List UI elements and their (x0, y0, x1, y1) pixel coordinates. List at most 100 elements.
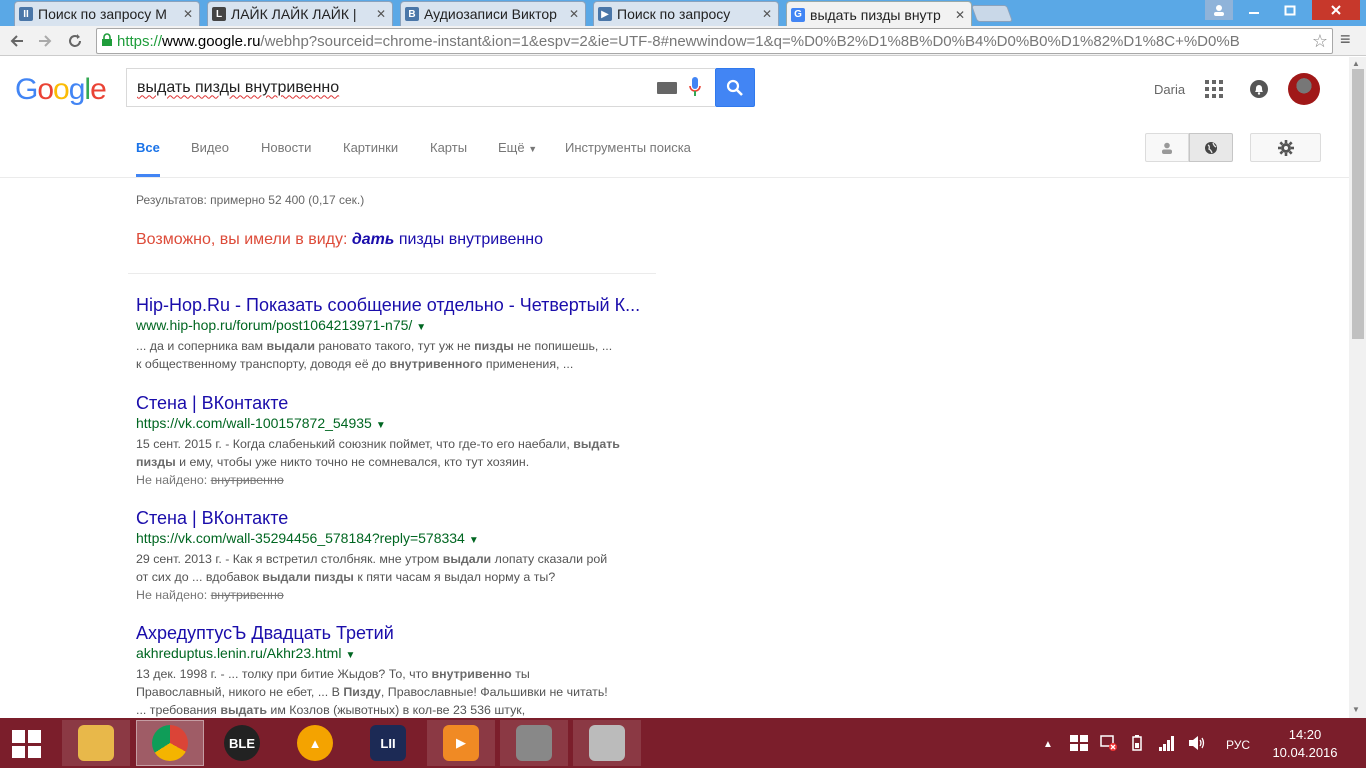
result-title-link[interactable]: Hip-Hop.Ru - Показать сообщение отдельно… (136, 294, 656, 316)
search-result: Hip-Hop.Ru - Показать сообщение отдельно… (136, 294, 656, 373)
result-snippet-line: пизды и ему, чтобы уже никто точно не со… (136, 453, 656, 471)
result-menu-arrow-icon[interactable]: ▼ (376, 420, 386, 431)
user-name-link[interactable]: Daria (1154, 82, 1185, 97)
chrome-menu-icon[interactable]: ≡ (1340, 29, 1351, 50)
snippet-highlight: выдать (573, 437, 620, 451)
tab-title: Поиск по запросу (617, 6, 731, 22)
tab-title: Поиск по запросу М (38, 6, 167, 22)
microphone-icon[interactable] (689, 77, 701, 97)
action-center-icon[interactable] (1070, 735, 1088, 754)
maximize-button[interactable] (1276, 0, 1304, 20)
taskbar-app-aimp[interactable]: ▲ (281, 720, 349, 766)
volume-icon[interactable] (1188, 735, 1206, 754)
result-title-link[interactable]: Стена | ВКонтакте (136, 507, 656, 529)
system-clock[interactable]: 14:20 10.04.2016 (1272, 726, 1338, 762)
tab-search-tools[interactable]: Инструменты поиска (565, 140, 691, 155)
minimize-button[interactable] (1240, 0, 1268, 20)
bookmark-star-icon[interactable]: ☆ (1312, 31, 1328, 52)
search-type-nav: Все Видео Новости Картинки Карты Ещё ▼ И… (0, 119, 1366, 178)
reload-button[interactable] (64, 30, 86, 52)
scroll-down-arrow-icon[interactable]: ▼ (1352, 705, 1360, 714)
snippet-highlight: выдали (442, 552, 492, 566)
spell-suggestion-link[interactable]: дать пизды внутривенно (352, 231, 543, 248)
tab-video[interactable]: Видео (191, 140, 229, 155)
address-bar[interactable]: https://www.google.ru/webhp?sourceid=chr… (96, 28, 1333, 54)
tab-title: ЛАЙК ЛАЙК ЛАЙК | (231, 6, 357, 22)
tab-title: выдать пизды внутр (810, 6, 941, 23)
account-avatar[interactable] (1288, 73, 1320, 105)
scrollbar-thumb[interactable] (1352, 69, 1364, 339)
result-title-link[interactable]: АхредуптусЪ Двадцать Третий (136, 622, 656, 644)
favicon-icon: II (19, 7, 33, 21)
result-menu-arrow-icon[interactable]: ▼ (469, 535, 479, 546)
url-scheme: https:// (117, 32, 163, 50)
spelling-suggestion: Возможно, вы имели в виду: дать пизды вн… (136, 231, 543, 249)
taskbar-app-explorer[interactable] (62, 720, 130, 766)
result-url: www.hip-hop.ru/forum/post1064213971-n75/… (136, 316, 656, 337)
show-hidden-icons-icon[interactable]: ▲ (1043, 739, 1053, 750)
result-title-link[interactable]: Стена | ВКонтакте (136, 392, 656, 414)
tab-all[interactable]: Все (136, 140, 160, 155)
taskbar-app-lineage[interactable]: LII (354, 720, 422, 766)
notifications-bell-icon[interactable] (1250, 80, 1268, 98)
close-tab-icon[interactable]: ✕ (183, 7, 193, 21)
close-tab-icon[interactable]: ✕ (569, 7, 579, 21)
tab-news[interactable]: Новости (261, 140, 311, 155)
battery-icon[interactable] (1130, 735, 1146, 754)
search-input[interactable]: выдать пизды внутривенно (126, 68, 715, 107)
result-snippet-line: Православный, никого не ебет, ... В Пизд… (136, 683, 656, 701)
snippet-text: к общественному транспорту, доводя её до (136, 357, 390, 371)
apps-grid-icon[interactable] (1205, 80, 1223, 98)
browser-tab[interactable]: B Аудиозаписи Виктор ✕ (400, 1, 586, 26)
network-error-icon[interactable] (1100, 735, 1118, 754)
browser-tab[interactable]: ▶ Поиск по запросу ✕ (593, 1, 779, 26)
taskbar-app-player[interactable]: ▶ (427, 720, 495, 766)
divider (128, 273, 656, 274)
close-tab-icon[interactable]: ✕ (376, 7, 386, 21)
taskbar-app-chrome[interactable] (136, 720, 204, 766)
global-results-button[interactable] (1189, 133, 1233, 162)
url-path: /webhp?sourceid=chrome-instant&ion=1&esp… (260, 32, 1240, 50)
forward-button[interactable] (34, 30, 56, 52)
keyboard-icon[interactable] (657, 82, 677, 94)
taskbar-app-speaker[interactable] (573, 720, 641, 766)
browser-tab[interactable]: L ЛАЙК ЛАЙК ЛАЙК | ✕ (207, 1, 393, 26)
snippet-highlight: внутривенного (389, 357, 483, 371)
google-logo[interactable]: Google (15, 73, 107, 107)
snippet-highlight: выдали (266, 339, 315, 353)
result-menu-arrow-icon[interactable]: ▼ (416, 322, 426, 333)
taskbar-app-ble[interactable]: BLE (208, 720, 276, 766)
close-tab-icon[interactable]: ✕ (762, 7, 772, 21)
browser-tab[interactable]: Gвыдать пизды внутр ✕ (786, 1, 972, 27)
search-query: выдать пизды внутривенно (137, 78, 340, 96)
new-tab-button[interactable] (970, 5, 1014, 22)
personal-results-button[interactable] (1145, 133, 1189, 162)
tab-maps[interactable]: Карты (430, 140, 467, 155)
back-button[interactable] (6, 30, 28, 52)
browser-tab[interactable]: II Поиск по запросу М ✕ (14, 1, 200, 26)
chevron-down-icon: ▼ (528, 144, 538, 154)
snippet-highlight: пизды (136, 455, 176, 469)
search-button[interactable] (715, 68, 755, 107)
taskbar-app-app7[interactable] (500, 720, 568, 766)
globe-icon (1205, 141, 1217, 154)
wifi-signal-icon[interactable] (1158, 735, 1176, 754)
snippet-text: от сих до ... вдобавок (136, 570, 263, 584)
snippet-text: ... требования (136, 703, 221, 717)
tab-more[interactable]: Ещё ▼ (498, 140, 537, 155)
close-tab-icon[interactable]: ✕ (955, 8, 965, 22)
tab-images[interactable]: Картинки (343, 140, 398, 155)
windows-start-button[interactable] (12, 730, 42, 758)
tab-more-label: Ещё (498, 140, 525, 155)
scroll-up-arrow-icon[interactable]: ▲ (1352, 59, 1360, 68)
user-icon[interactable] (1205, 0, 1233, 20)
gear-icon (1277, 139, 1294, 156)
active-tab-indicator (136, 174, 160, 177)
settings-button[interactable] (1250, 133, 1321, 162)
result-menu-arrow-icon[interactable]: ▼ (345, 650, 355, 661)
tab-strip: II Поиск по запросу М ✕ L ЛАЙК ЛАЙК ЛАЙК | ✕ B… (0, 0, 1366, 27)
input-language[interactable]: РУС (1226, 738, 1250, 752)
spell-bold-word: дать (351, 231, 395, 248)
close-window-button[interactable] (1312, 0, 1360, 20)
snippet-text: 29 сент. 2013 г. - Как я встретил столбн… (136, 552, 443, 566)
